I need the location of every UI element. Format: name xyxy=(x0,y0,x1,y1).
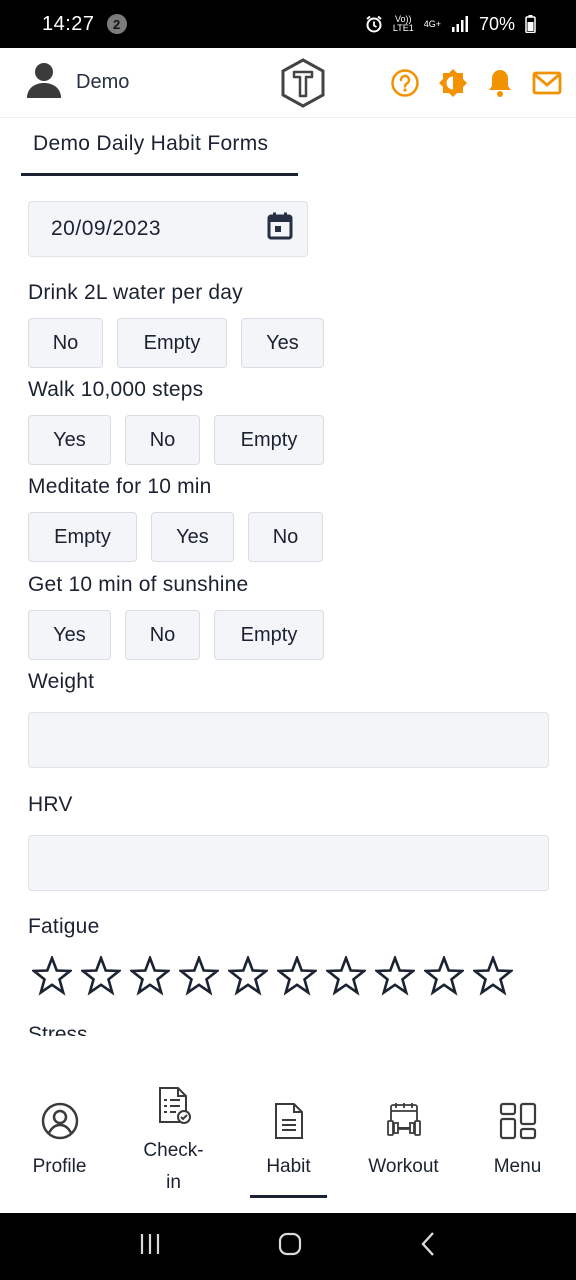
habit-form: Demo Daily Habit Forms 20/09/2023 Drink … xyxy=(0,118,576,1036)
checkin-icon xyxy=(156,1086,192,1131)
hrv-input[interactable] xyxy=(28,835,549,891)
system-navigation-bar xyxy=(0,1213,576,1280)
habit-question-meditate: Meditate for 10 min xyxy=(28,475,212,498)
star-icon[interactable] xyxy=(422,954,466,1001)
star-icon[interactable] xyxy=(471,954,515,1001)
weight-label: Weight xyxy=(28,670,95,693)
option-no[interactable]: No xyxy=(125,610,200,660)
menu-icon xyxy=(499,1102,537,1145)
star-icon[interactable] xyxy=(30,954,74,1001)
tab-demo-daily-habit-forms[interactable]: Demo Daily Habit Forms xyxy=(21,130,298,176)
star-icon[interactable] xyxy=(324,954,368,1001)
back-icon[interactable] xyxy=(418,1231,438,1262)
habit-options-water: No Empty Yes xyxy=(28,318,338,368)
help-icon[interactable] xyxy=(390,68,420,98)
option-yes[interactable]: Yes xyxy=(28,415,111,465)
nav-label-check-in: Check- in xyxy=(134,1135,214,1199)
star-icon[interactable] xyxy=(373,954,417,1001)
nav-profile[interactable]: Profile xyxy=(2,1036,117,1213)
option-empty[interactable]: Empty xyxy=(214,415,324,465)
stress-label: Stress xyxy=(28,1023,88,1036)
active-tab-indicator xyxy=(250,1195,327,1198)
user-profile-button[interactable]: Demo xyxy=(26,61,129,104)
habit-question-sunshine: Get 10 min of sunshine xyxy=(28,573,249,596)
nav-label-menu: Menu xyxy=(493,1156,542,1177)
option-yes[interactable]: Yes xyxy=(241,318,324,368)
alarm-icon xyxy=(365,15,383,33)
star-icon[interactable] xyxy=(226,954,270,1001)
star-icon[interactable] xyxy=(128,954,172,1001)
nav-label-workout: Workout xyxy=(368,1156,439,1177)
nav-label-check-in-text: Check- in xyxy=(143,1140,204,1193)
option-no[interactable]: No xyxy=(125,415,200,465)
logo-icon xyxy=(280,58,326,113)
hrv-label: HRV xyxy=(28,793,73,816)
brightness-icon[interactable] xyxy=(438,68,468,98)
nav-menu[interactable]: Menu xyxy=(460,1036,575,1213)
notification-count-badge: 2 xyxy=(106,14,127,34)
date-picker-field[interactable]: 20/09/2023 xyxy=(28,201,308,257)
nav-label-profile: Profile xyxy=(32,1156,87,1177)
battery-percent: 70% xyxy=(478,13,515,34)
date-value: 20/09/2023 xyxy=(51,217,162,240)
option-empty[interactable]: Empty xyxy=(214,610,324,660)
option-empty[interactable]: Empty xyxy=(28,512,137,562)
option-yes[interactable]: Yes xyxy=(151,512,234,562)
option-yes[interactable]: Yes xyxy=(28,610,111,660)
lte-label: LTE1 xyxy=(392,23,414,33)
nav-label-habit: Habit xyxy=(266,1156,311,1177)
habit-question-steps: Walk 10,000 steps xyxy=(28,378,204,401)
weight-input[interactable] xyxy=(28,712,549,768)
workout-icon xyxy=(385,1102,423,1145)
calendar-icon[interactable] xyxy=(267,212,293,246)
user-name: Demo xyxy=(76,71,130,93)
star-icon[interactable] xyxy=(79,954,123,1001)
nav-check-in[interactable]: Check- in xyxy=(116,1036,231,1213)
status-time: 14:27 xyxy=(42,12,95,35)
nav-workout[interactable]: Workout xyxy=(346,1036,461,1213)
fatigue-rating xyxy=(30,954,515,1001)
recent-apps-icon[interactable] xyxy=(138,1232,162,1261)
habit-options-steps: Yes No Empty xyxy=(28,415,338,465)
mail-icon[interactable] xyxy=(532,70,562,96)
fatigue-label: Fatigue xyxy=(28,915,100,938)
habit-icon xyxy=(273,1102,305,1145)
battery-icon xyxy=(525,15,536,33)
habit-options-meditate: Empty Yes No xyxy=(28,512,337,562)
home-icon[interactable] xyxy=(277,1231,303,1262)
status-bar: 14:27 2 Vo)) LTE1 4G+ 70% xyxy=(0,0,576,48)
habit-question-water: Drink 2L water per day xyxy=(28,281,243,304)
star-icon[interactable] xyxy=(177,954,221,1001)
app-header: Demo xyxy=(0,48,576,118)
profile-icon xyxy=(41,1102,79,1145)
bottom-navigation: Profile Check- in Habit Workout Menu xyxy=(0,1036,576,1213)
option-no[interactable]: No xyxy=(28,318,103,368)
habit-options-sunshine: Yes No Empty xyxy=(28,610,338,660)
user-icon xyxy=(26,61,62,104)
option-no[interactable]: No xyxy=(248,512,323,562)
nav-habit[interactable]: Habit xyxy=(231,1036,346,1213)
signal-icon xyxy=(451,16,469,32)
bell-icon[interactable] xyxy=(486,68,514,98)
network-type: 4G+ xyxy=(423,18,441,29)
option-empty[interactable]: Empty xyxy=(117,318,227,368)
volte-indicator: Vo)) LTE1 xyxy=(393,15,414,33)
star-icon[interactable] xyxy=(275,954,319,1001)
